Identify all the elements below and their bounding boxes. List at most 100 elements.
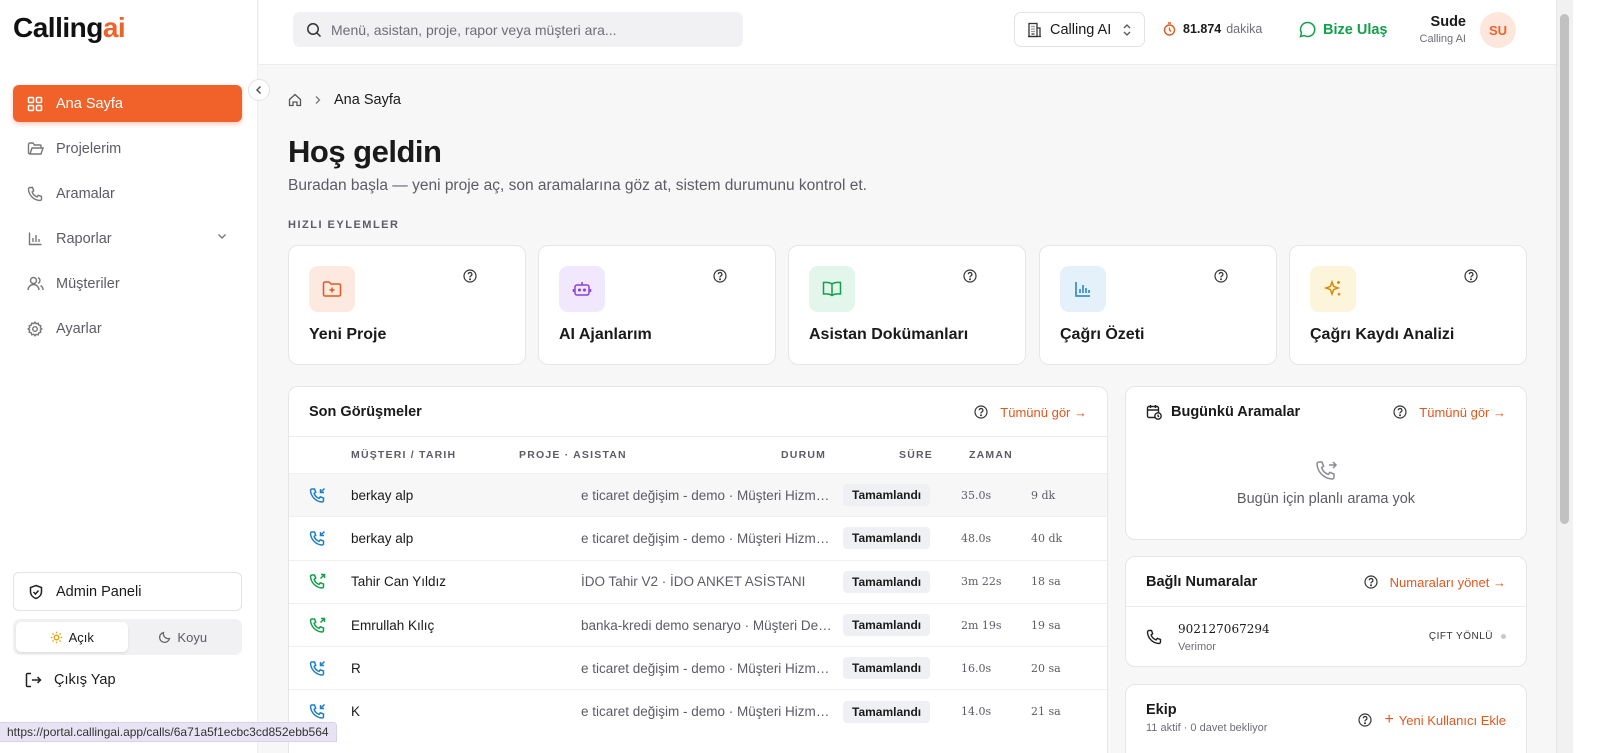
project-assistant: e ticaret değişim - demo · Müşteri Hizme…	[581, 704, 843, 720]
customer-name: berkay alp	[351, 530, 414, 546]
table-row[interactable]: K e ticaret değişim - demo · Müşteri Hiz…	[289, 689, 1107, 732]
scrollbar-thumb[interactable]	[1560, 14, 1569, 524]
help-icon[interactable]	[974, 405, 988, 419]
phone-number: 902127067294	[1178, 621, 1270, 636]
sidebar-item-label: Raporlar	[56, 230, 112, 247]
avatar[interactable]: SU	[1480, 12, 1516, 48]
organization-select[interactable]: Calling AI	[1014, 12, 1145, 47]
sidebar-collapse-button[interactable]	[248, 79, 270, 101]
column-header[interactable]: DURUM	[781, 449, 899, 461]
table-row[interactable]: berkay alp e ticaret değişim - demo · Mü…	[289, 473, 1107, 517]
customer-name: Emrullah Kılıç	[351, 617, 435, 633]
building-icon	[1027, 22, 1042, 38]
sidebar-item-aramalar[interactable]: Aramalar	[13, 175, 242, 212]
calling-ai-logo[interactable]: Callingai	[13, 12, 126, 44]
customer-name: R	[351, 660, 361, 676]
sidebar-item-musteriler[interactable]: Müşteriler	[13, 265, 242, 302]
quick-action-ai-agents[interactable]: AI Ajanlarım	[538, 245, 776, 365]
help-icon[interactable]	[1464, 269, 1478, 283]
quick-action-label: AI Ajanlarım	[559, 326, 652, 343]
user-org: Calling AI	[1419, 33, 1466, 45]
column-header[interactable]: MÜŞTERI / TARIH	[289, 449, 519, 461]
help-icon[interactable]	[1358, 713, 1373, 727]
plus-icon: +	[1384, 711, 1394, 728]
duration: 35.0s	[961, 488, 992, 502]
sidebar-item-ana-sayfa[interactable]: Ana Sayfa	[13, 85, 242, 122]
table-row[interactable]: berkay alp e ticaret değişim - demo · Mü…	[289, 516, 1107, 559]
see-all-link[interactable]: Tümünü gör →	[1419, 405, 1506, 420]
contact-us-link[interactable]: Bize Ulaş	[1299, 21, 1387, 38]
add-user-button[interactable]: + Yeni Kullanıcı Ekle	[1384, 711, 1506, 729]
customer-name: K	[351, 704, 361, 720]
team-panel: Ekip 11 aktif · 0 davet bekliyor + Yeni K…	[1125, 684, 1527, 753]
chevron-right-icon	[314, 95, 322, 105]
admin-panel-button[interactable]: Admin Paneli	[13, 572, 242, 611]
quick-action-label: Asistan Dokümanları	[809, 326, 969, 343]
organization-name: Calling AI	[1050, 21, 1112, 38]
phone-incoming-icon	[289, 487, 351, 504]
sidebar-item-label: Projelerim	[56, 140, 122, 157]
team-subtitle: 11 aktif · 0 davet bekliyor	[1146, 722, 1268, 734]
table-row[interactable]: Tahir Can Yıldız İDO Tahir V2 · İDO ANKE…	[289, 559, 1107, 603]
help-icon[interactable]	[963, 269, 977, 283]
sidebar-nav: Ana Sayfa Projelerim Aramalar Raporlar M…	[13, 85, 242, 355]
robot-icon	[559, 266, 605, 312]
quick-action-call-summary[interactable]: Çağrı Özeti	[1039, 245, 1277, 365]
help-icon[interactable]	[713, 269, 727, 283]
theme-dark-option[interactable]: Koyu	[128, 622, 240, 652]
help-icon[interactable]	[1364, 575, 1378, 589]
empty-state: Bugün için planlı arama yok	[1126, 437, 1526, 507]
time-ago: 40 dk	[1031, 531, 1063, 545]
table-row[interactable]: Emrullah Kılıç banka-kredi demo senaryo …	[289, 602, 1107, 646]
table-row[interactable]: R e ticaret değişim - demo · Müşteri Hiz…	[289, 646, 1107, 689]
add-user-label: Yeni Kullanıcı Ekle	[1398, 712, 1506, 728]
minutes-value: 81.874	[1183, 22, 1222, 36]
status-badge: Tamamlandı	[843, 614, 931, 637]
column-header[interactable]: ZAMAN	[969, 449, 1039, 461]
recent-calls-panel: Son Görüşmeler Tümünü gör → MÜŞTERI / TA…	[288, 386, 1108, 753]
help-icon[interactable]	[1214, 269, 1228, 283]
number-row[interactable]: 902127067294 Verimor ÇIFT YÖNLÜ	[1126, 607, 1526, 666]
top-header: Calling AI 81.874 dakika Bize Ulaş Sude …	[259, 0, 1556, 65]
direction-label: ÇIFT YÖNLÜ	[1429, 631, 1506, 642]
home-icon[interactable]	[288, 93, 302, 107]
help-icon[interactable]	[1393, 405, 1407, 419]
bar-chart-icon	[26, 230, 44, 248]
connected-numbers-panel: Bağlı Numaralar Numaraları yönet → 90212…	[1125, 556, 1527, 667]
table-header: MÜŞTERI / TARIH PROJE · ASISTAN DURUM SÜ…	[289, 437, 1107, 473]
sidebar-item-label: Ayarlar	[56, 320, 102, 337]
duration: 48.0s	[961, 531, 992, 545]
quick-action-assistant-docs[interactable]: Asistan Dokümanları	[788, 245, 1026, 365]
manage-numbers-link[interactable]: Numaraları yönet →	[1390, 575, 1506, 590]
sidebar-item-raporlar[interactable]: Raporlar	[13, 220, 242, 257]
status-cell: Tamamlandı	[843, 614, 961, 637]
search-input[interactable]	[331, 21, 721, 38]
global-search[interactable]	[293, 12, 743, 47]
column-header[interactable]: PROJE · ASISTAN	[519, 449, 781, 461]
project-assistant: e ticaret değişim - demo · Müşteri Hizme…	[581, 487, 843, 503]
time-ago: 19 sa	[1031, 618, 1061, 632]
phone-icon	[1146, 629, 1162, 645]
logout-button[interactable]: Çıkış Yap	[25, 672, 116, 688]
timer-icon	[1163, 22, 1176, 36]
help-icon[interactable]	[463, 269, 477, 283]
quick-action-new-project[interactable]: Yeni Proje	[288, 245, 526, 365]
theme-light-option[interactable]: Açık	[16, 622, 128, 652]
user-info[interactable]: Sude Calling AI	[1414, 14, 1466, 45]
quick-action-call-recording-analysis[interactable]: Çağrı Kaydı Analizi	[1289, 245, 1527, 365]
sparkle-icon	[1310, 266, 1356, 312]
sidebar-item-projelerim[interactable]: Projelerim	[13, 130, 242, 167]
chat-icon	[1299, 21, 1316, 38]
project-assistant: İDO Tahir V2 · İDO ANKET ASİSTANI	[581, 574, 806, 590]
quick-action-label: Yeni Proje	[309, 326, 387, 343]
user-name: Sude	[1430, 14, 1466, 30]
shield-icon	[28, 584, 44, 600]
quick-action-label: Çağrı Kaydı Analizi	[1310, 326, 1455, 343]
folder-plus-icon	[309, 266, 355, 312]
phone-outgoing-icon	[289, 617, 351, 634]
see-all-link[interactable]: Tümünü gör →	[1000, 405, 1087, 420]
sidebar-item-ayarlar[interactable]: Ayarlar	[13, 310, 242, 347]
customer-name: berkay alp	[351, 487, 414, 503]
status-badge: Tamamlandı	[843, 657, 931, 680]
column-header[interactable]: SÜRE	[899, 449, 969, 461]
